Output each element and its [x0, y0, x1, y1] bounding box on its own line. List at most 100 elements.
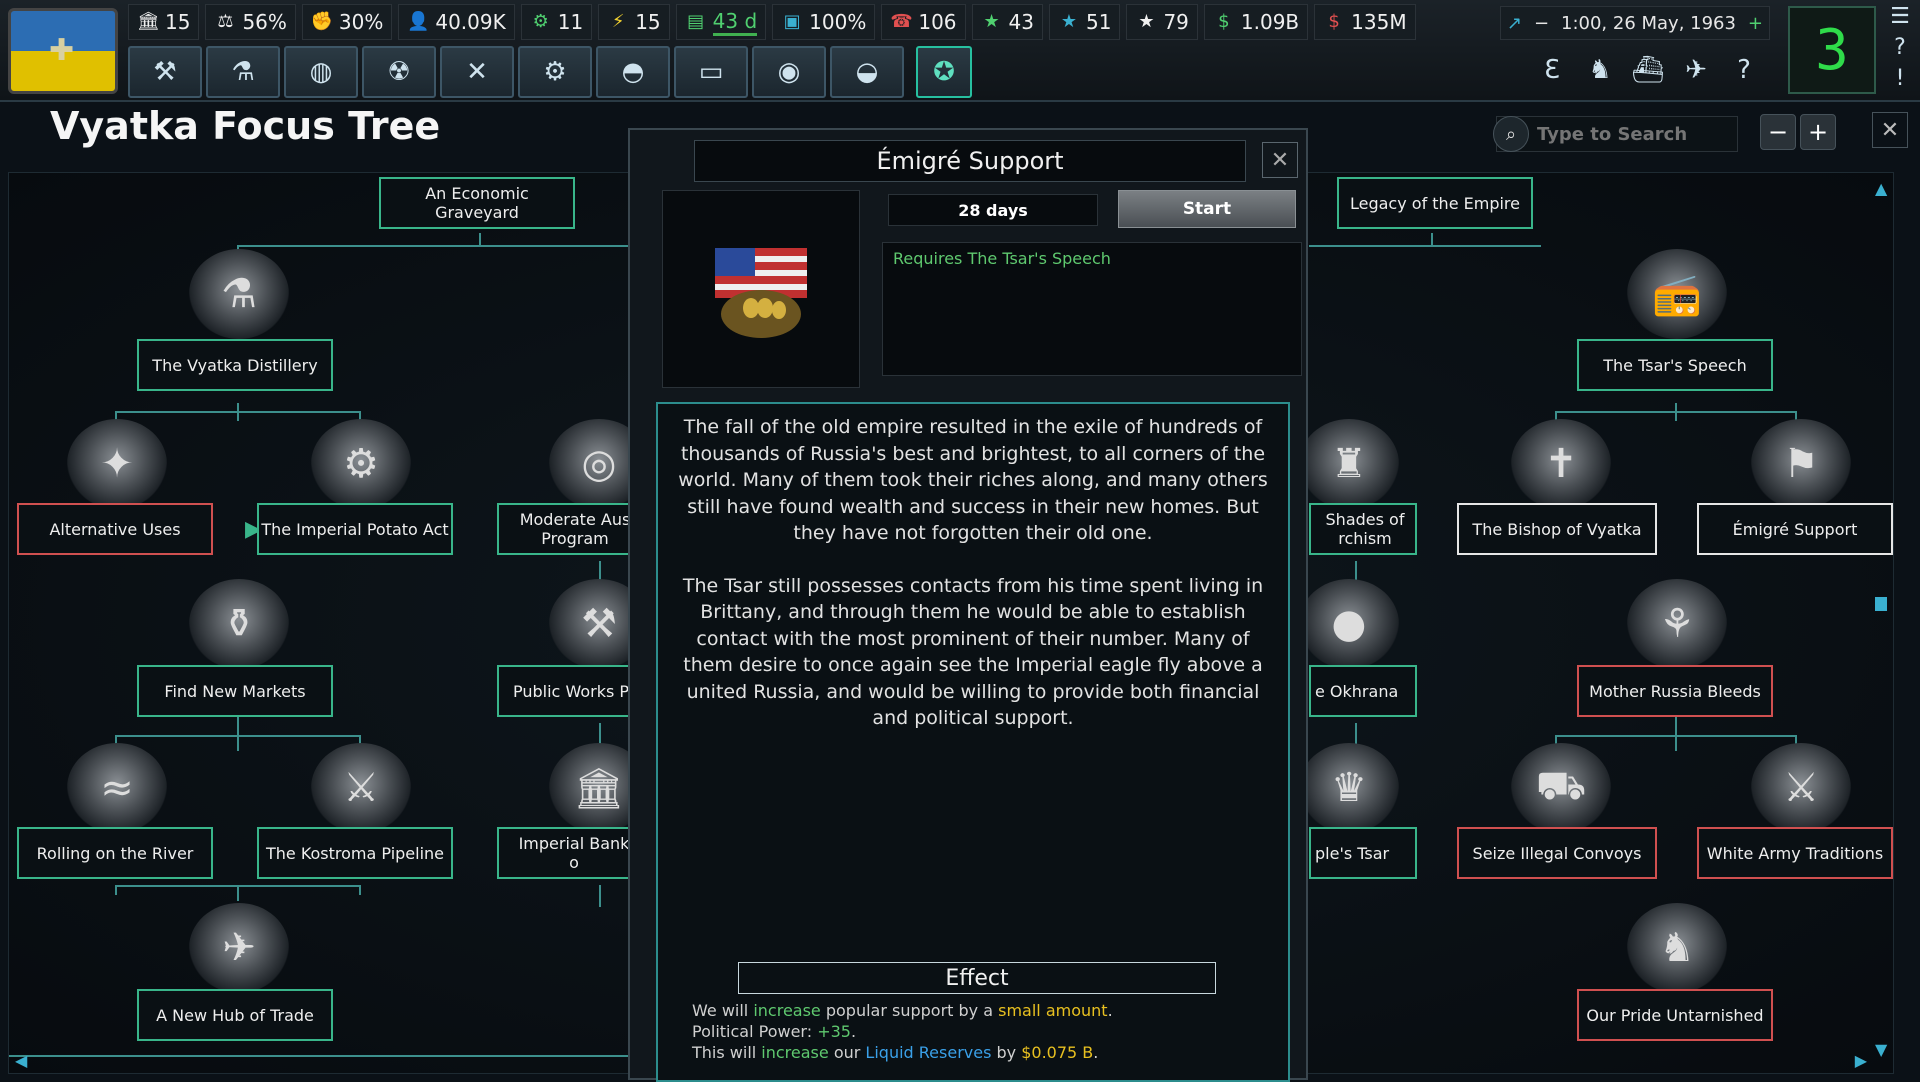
army-overview-button[interactable]: ♞ — [1578, 46, 1622, 94]
focus-emigre-support[interactable]: Émigré Support — [1697, 503, 1893, 555]
help-button[interactable]: ? — [1722, 46, 1766, 94]
speed-down-button[interactable]: − — [1534, 13, 1549, 34]
main-toolbar: ⚒ ⚗ ◍ ☢ ✕ ⚙ ◓ ▭ ◉ ◒ ✪ — [128, 46, 972, 98]
white-army-emblem-icon: ⚔ — [1751, 743, 1851, 833]
flask-icon: ⚗ — [231, 57, 255, 87]
focus-moderate-austerity[interactable]: Moderate Aus Program — [497, 503, 637, 555]
decisions-button[interactable]: ▭ — [674, 46, 748, 98]
focus-imperial-bank[interactable]: Imperial Bank o — [497, 827, 637, 879]
focus-our-pride-untarnished[interactable]: Our Pride Untarnished — [1577, 989, 1773, 1041]
focus-tsars-speech[interactable]: The Tsar's Speech — [1577, 339, 1773, 391]
stat-air-xp[interactable]: ★ 79 — [1126, 4, 1198, 40]
focus-vyatka-distillery[interactable]: The Vyatka Distillery — [137, 339, 333, 391]
alert-icon[interactable]: ! — [1896, 66, 1905, 91]
intelligence-button[interactable]: ◉ — [752, 46, 826, 98]
pipeline-emblem-icon: ⚔ — [311, 743, 411, 833]
focus-public-works[interactable]: Public Works P — [497, 665, 637, 717]
economy-button[interactable]: Ɛ — [1530, 46, 1574, 94]
cog-icon: ⚙ — [543, 57, 567, 87]
army-button[interactable]: ◓ — [596, 46, 670, 98]
focus-seize-illegal-convoys[interactable]: Seize Illegal Convoys — [1457, 827, 1657, 879]
vertical-scrollbar[interactable]: ▲ ▼ — [1875, 179, 1887, 1059]
country-flag[interactable]: ✚ — [8, 8, 118, 94]
economy-icon: Ɛ — [1544, 55, 1560, 85]
logistics-button[interactable]: ⚙ — [518, 46, 592, 98]
chart-icon[interactable]: ↗ — [1507, 13, 1522, 34]
politics-button[interactable]: ⚒ — [128, 46, 202, 98]
stat-navy-xp[interactable]: ★ 51 — [1048, 4, 1121, 40]
diplomacy-button[interactable]: ◍ — [284, 46, 358, 98]
radiation-icon: ☢ — [387, 57, 411, 87]
focus-an-economic-graveyard[interactable]: An Economic Graveyard — [379, 177, 575, 229]
dialog-close-button[interactable]: ✕ — [1262, 142, 1298, 178]
stat-intel[interactable]: ☎ 106 — [881, 4, 966, 40]
focus-mother-russia-bleeds[interactable]: Mother Russia Bleeds — [1577, 665, 1773, 717]
focus-find-new-markets[interactable]: Find New Markets — [137, 665, 333, 717]
focus-kostroma-pipeline[interactable]: The Kostroma Pipeline — [257, 827, 453, 879]
focus-peoples-tsar[interactable]: ple's Tsar — [1309, 827, 1417, 879]
air-button[interactable]: ✈ — [1674, 46, 1718, 94]
close-focus-tree-button[interactable]: ✕ — [1872, 112, 1908, 148]
focus-imperial-potato-act[interactable]: The Imperial Potato Act — [257, 503, 453, 555]
stat-factories[interactable]: ⚙ 11 — [520, 4, 593, 40]
gavel-icon: ⚒ — [153, 57, 177, 87]
dollar-icon: $ — [1218, 11, 1230, 32]
ship-icon: ⛴ — [1631, 55, 1665, 85]
stat-manpower[interactable]: 👤 40.09K — [398, 4, 515, 40]
stat-supply[interactable]: ▣ 100% — [772, 4, 876, 40]
navy-button[interactable]: ⛴ — [1626, 46, 1670, 94]
stat-treasury-days[interactable]: ▤ 43 d — [675, 4, 767, 40]
bishop-emblem-icon: ✝ — [1511, 419, 1611, 509]
question-icon[interactable]: ? — [1894, 35, 1906, 60]
focus-new-hub-of-trade[interactable]: A New Hub of Trade — [137, 989, 333, 1041]
zoom-in-button[interactable]: + — [1800, 114, 1836, 150]
focus-legacy-of-the-empire[interactable]: Legacy of the Empire — [1337, 177, 1533, 229]
search-input[interactable] — [1535, 122, 1729, 146]
stat-army-xp[interactable]: ★ 43 — [971, 4, 1043, 40]
focus-bishop-of-vyatka[interactable]: The Bishop of Vyatka — [1457, 503, 1657, 555]
stat-stability[interactable]: ⚖ 56% — [205, 4, 296, 40]
distillery-emblem-icon: ⚗ — [189, 249, 289, 339]
effect-list: We will increase popular support by a sm… — [692, 1000, 1113, 1063]
effect-line-political-power: Political Power: +35. — [692, 1022, 857, 1041]
stat-money[interactable]: $1.09B — [1203, 4, 1309, 40]
focus-the-okhrana[interactable]: e Okhrana — [1309, 665, 1417, 717]
game-speed[interactable]: 3 — [1788, 6, 1876, 94]
search-icon[interactable]: ⌕ — [1493, 116, 1529, 152]
cap-icon: ◒ — [855, 57, 879, 87]
current-date: 1:00, 26 May, 1963 — [1561, 12, 1736, 34]
fist-icon: ✊ — [310, 11, 334, 32]
nuclear-button[interactable]: ☢ — [362, 46, 436, 98]
markets-emblem-icon: ⚱ — [189, 579, 289, 669]
dollar-red-icon: $ — [1328, 11, 1340, 32]
convoy-emblem-icon: ⛟ — [1511, 743, 1611, 833]
eagle-emblem-icon: ✦ — [67, 419, 167, 509]
stat-political-power[interactable]: 🏛 15 — [128, 4, 200, 40]
focus-tree-button[interactable]: ✪ — [916, 46, 972, 98]
scroll-thumb[interactable] — [1875, 597, 1887, 611]
stat-fuel[interactable]: ⚡ 15 — [598, 4, 670, 40]
scroll-left-icon[interactable]: ◀ — [15, 1051, 27, 1070]
zoom-out-button[interactable]: − — [1760, 114, 1796, 150]
menu-icon[interactable]: ☰ — [1890, 4, 1910, 29]
focus-alternative-uses[interactable]: Alternative Uses — [17, 503, 213, 555]
requirement-text: Requires The Tsar's Speech — [893, 249, 1111, 268]
stat-debt[interactable]: $135M — [1314, 4, 1416, 40]
officer-button[interactable]: ◒ — [830, 46, 904, 98]
stat-war-support[interactable]: ✊ 30% — [301, 4, 393, 40]
river-emblem-icon: ≈ — [67, 743, 167, 833]
production-button[interactable]: ✕ — [440, 46, 514, 98]
close-icon: ✕ — [1270, 147, 1290, 173]
speed-up-button[interactable]: + — [1748, 13, 1763, 34]
pride-emblem-icon: ♞ — [1627, 903, 1727, 993]
scroll-up-icon[interactable]: ▲ — [1875, 179, 1887, 198]
start-focus-button[interactable]: Start — [1118, 190, 1296, 228]
scroll-right-icon[interactable]: ▶ — [1855, 1051, 1867, 1070]
focus-rolling-on-the-river[interactable]: Rolling on the River — [17, 827, 213, 879]
research-button[interactable]: ⚗ — [206, 46, 280, 98]
monitor-icon: ▣ — [783, 11, 801, 32]
effect-line-popular-support: We will increase popular support by a sm… — [692, 1001, 1113, 1020]
focus-shades-of-tsarism[interactable]: Shades of rchism — [1309, 503, 1417, 555]
focus-white-army-traditions[interactable]: White Army Traditions — [1697, 827, 1893, 879]
manpower-icon: 👤 — [407, 11, 430, 32]
